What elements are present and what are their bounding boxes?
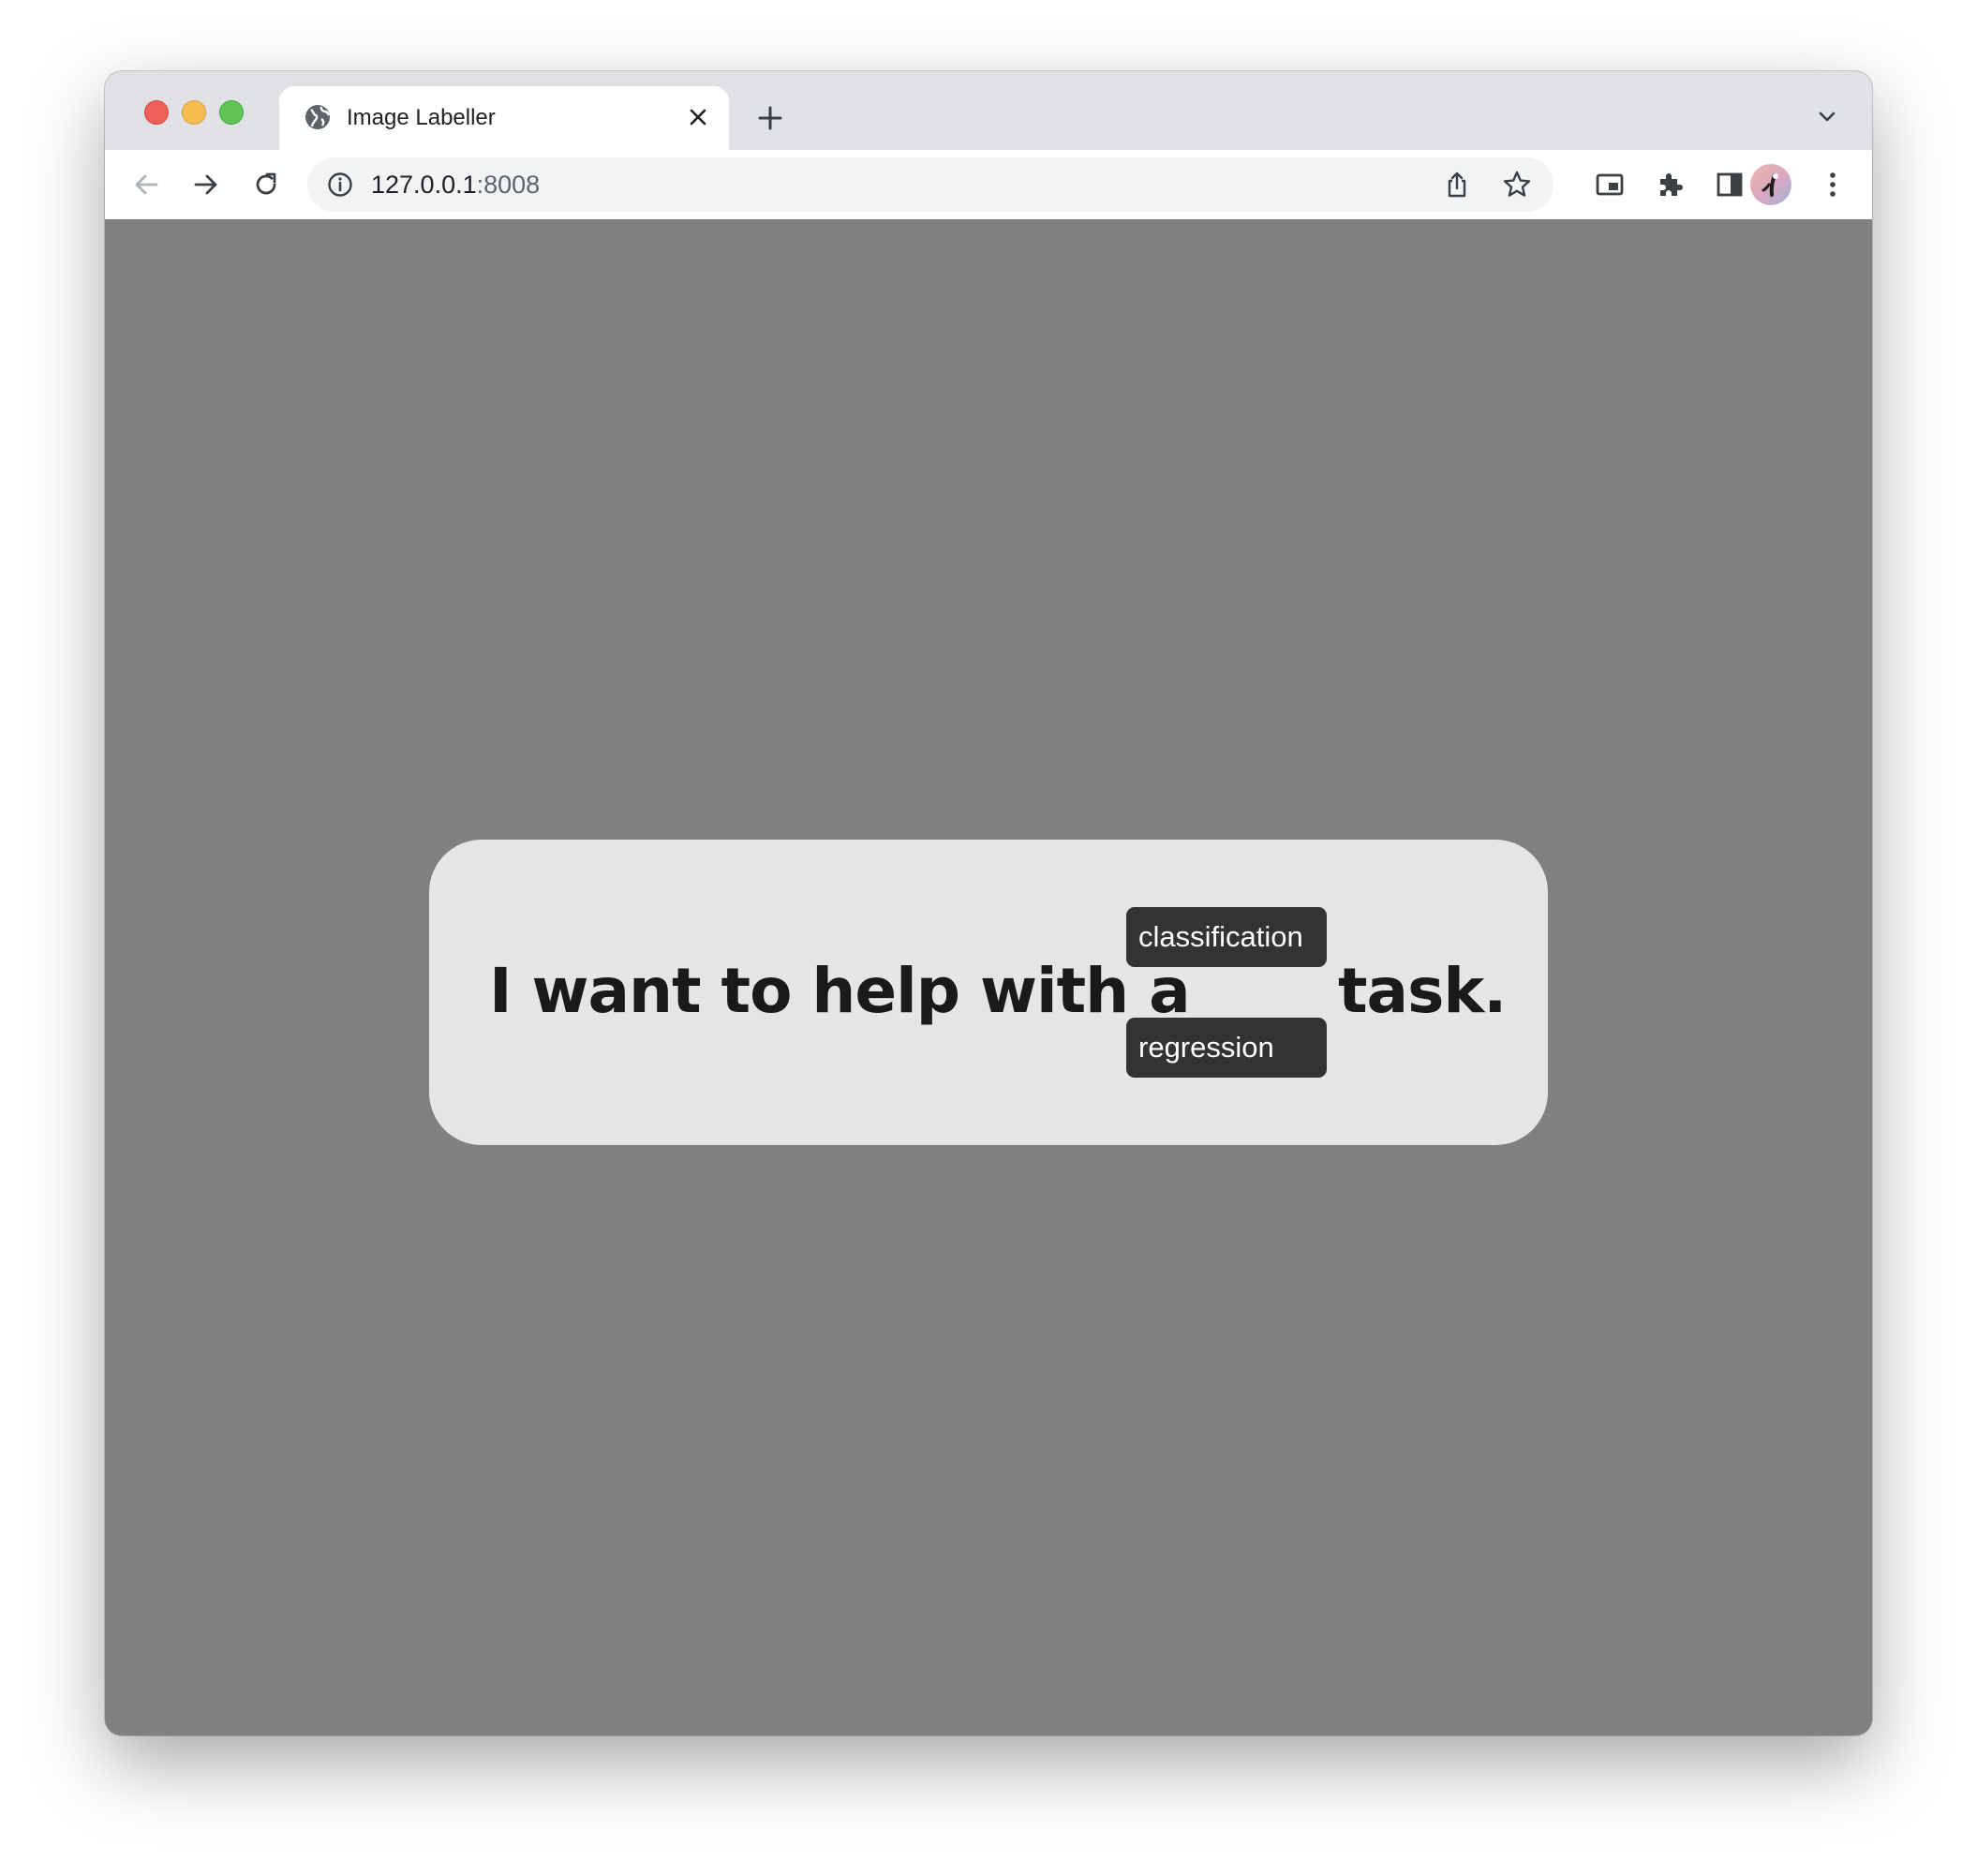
globe-icon bbox=[304, 103, 332, 131]
reload-icon[interactable] bbox=[245, 164, 287, 205]
side-panel-icon[interactable] bbox=[1709, 164, 1750, 205]
puzzle-icon[interactable] bbox=[1649, 164, 1690, 205]
arrow-right-icon[interactable] bbox=[186, 164, 227, 205]
browser-toolbar: 127.0.0.1:8008 bbox=[105, 150, 1872, 220]
page-content: I want to help with a classification reg… bbox=[105, 219, 1872, 1735]
close-icon[interactable] bbox=[684, 103, 712, 131]
url-host: 127.0.0.1 bbox=[371, 171, 477, 199]
task-option-classification[interactable]: classification bbox=[1126, 907, 1327, 967]
url-port: :8008 bbox=[476, 171, 541, 199]
plus-icon[interactable] bbox=[751, 99, 789, 137]
picture-in-picture-icon[interactable] bbox=[1589, 164, 1630, 205]
tab-title: Image Labeller bbox=[347, 105, 496, 130]
kebab-menu-icon[interactable] bbox=[1812, 164, 1853, 205]
info-icon[interactable] bbox=[326, 171, 354, 199]
arrow-left-icon[interactable] bbox=[126, 164, 167, 205]
tab-strip: Image Labeller bbox=[105, 71, 1872, 150]
star-icon[interactable] bbox=[1501, 169, 1533, 201]
close-window-button[interactable] bbox=[144, 100, 169, 125]
task-option-regression[interactable]: regression bbox=[1126, 1018, 1327, 1078]
share-icon[interactable] bbox=[1441, 169, 1473, 201]
address-bar[interactable]: 127.0.0.1:8008 bbox=[307, 157, 1553, 212]
tab-image-labeller[interactable]: Image Labeller bbox=[279, 86, 729, 150]
url-text: 127.0.0.1:8008 bbox=[371, 169, 540, 201]
minimize-window-button[interactable] bbox=[182, 100, 206, 125]
sentence-prefix: I want to help with a bbox=[489, 955, 1191, 1027]
task-selection-card: I want to help with a classification reg… bbox=[429, 840, 1548, 1145]
chevron-down-icon[interactable] bbox=[1810, 99, 1844, 133]
sentence-suffix: task. bbox=[1338, 955, 1507, 1027]
browser-window: Image Labeller 127.0.0.1:8008 I want to … bbox=[105, 71, 1872, 1735]
avatar[interactable] bbox=[1750, 164, 1791, 205]
maximize-window-button[interactable] bbox=[219, 100, 244, 125]
